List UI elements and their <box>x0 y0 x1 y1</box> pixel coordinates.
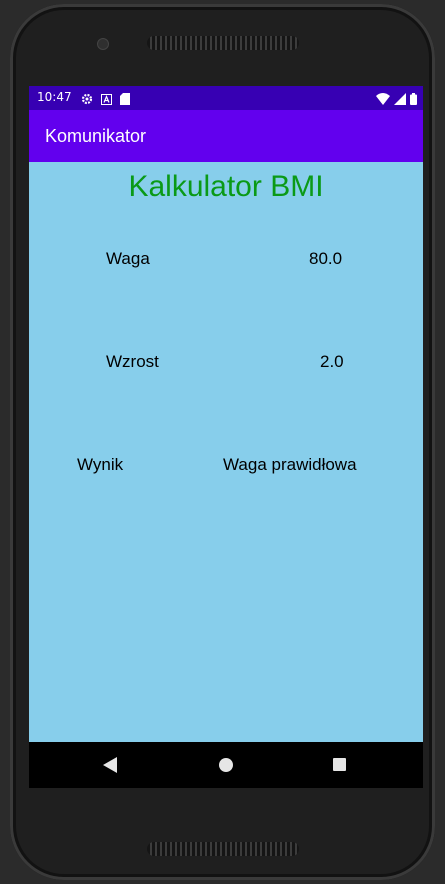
navigation-bar <box>29 742 423 788</box>
front-camera <box>97 38 109 50</box>
signal-icon <box>394 90 406 109</box>
weight-value[interactable]: 80.0 <box>309 249 342 269</box>
battery-icon <box>410 90 417 109</box>
height-value[interactable]: 2.0 <box>320 352 344 372</box>
status-bar: 10:47 <box>29 86 423 110</box>
a-badge-icon <box>101 90 112 109</box>
status-icons-right <box>376 90 417 109</box>
result-value: Waga prawidłowa <box>223 455 357 474</box>
top-speaker <box>147 36 299 50</box>
app-title: Komunikator <box>45 126 147 146</box>
status-time: 10:47 <box>37 90 72 104</box>
sd-card-icon <box>120 90 130 109</box>
home-icon[interactable] <box>219 758 233 772</box>
recent-apps-icon[interactable] <box>333 758 346 771</box>
gear-icon <box>81 90 93 109</box>
status-icons-left <box>81 90 130 109</box>
bottom-speaker <box>147 842 299 856</box>
page-title: Kalkulator BMI <box>128 170 324 203</box>
wifi-icon <box>376 90 390 109</box>
weight-label: Waga <box>106 249 150 268</box>
height-label: Wzrost <box>106 352 159 371</box>
result-label: Wynik <box>77 455 124 474</box>
app-bar: Komunikator <box>29 110 423 162</box>
device-screen: 10:47 Komunikator Kalkulator BMI Waga 80… <box>29 86 423 788</box>
back-icon[interactable] <box>103 757 117 773</box>
